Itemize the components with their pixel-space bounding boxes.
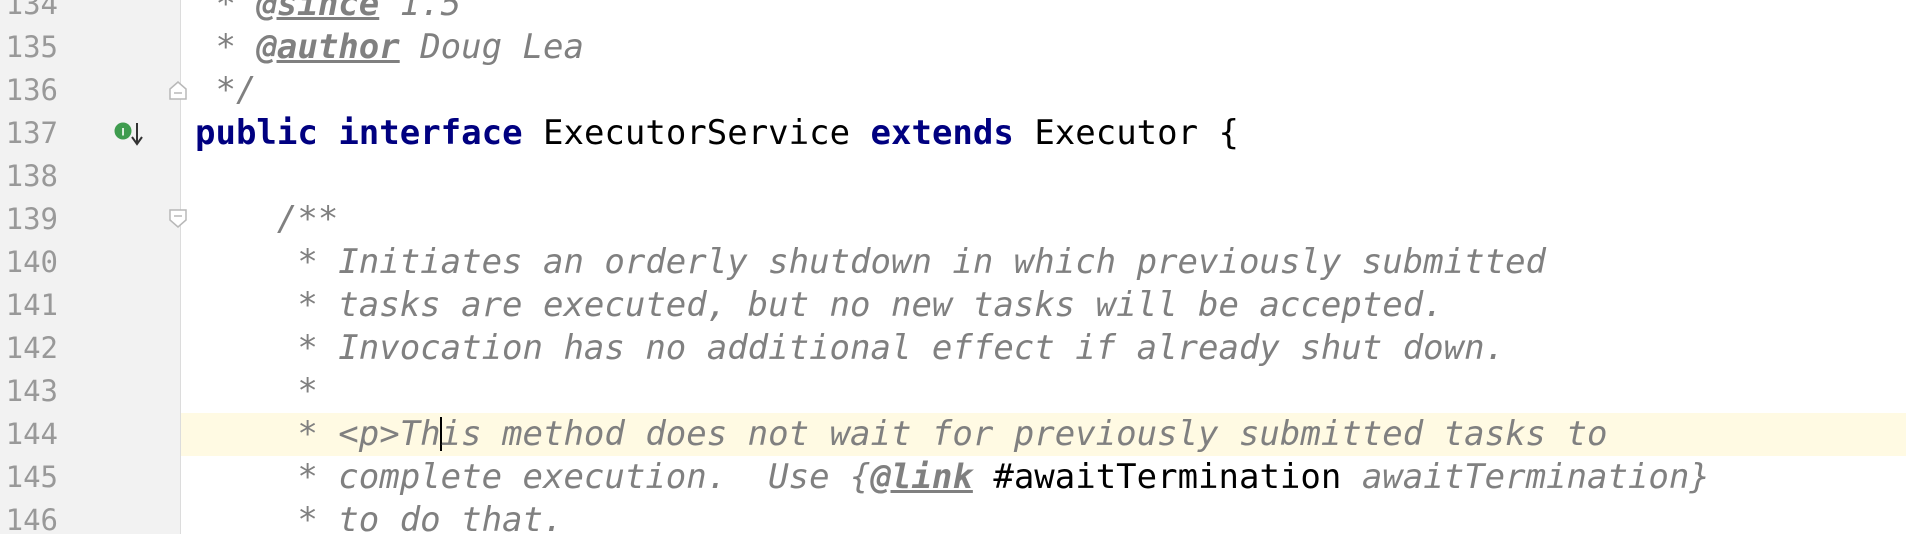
line-number: 146 xyxy=(5,503,58,534)
code-line[interactable]: 145 * complete execution. Use {@link #aw… xyxy=(0,456,1906,499)
code-line[interactable]: 136 */ xyxy=(0,69,1906,112)
current-code-line[interactable]: 144 * <p>This method does not wait for p… xyxy=(0,413,1906,456)
line-number: 136 xyxy=(5,73,58,107)
code-editor[interactable]: 134 * @since 1.5 135 * @author Doug Lea … xyxy=(0,0,1906,534)
code-text[interactable]: */ xyxy=(195,69,256,112)
code-line[interactable]: 140 * Initiates an orderly shutdown in w… xyxy=(0,241,1906,284)
identifier: Executor { xyxy=(1013,113,1240,153)
line-number: 135 xyxy=(5,30,58,64)
keyword: public xyxy=(195,113,318,153)
javadoc-tag: @author xyxy=(256,27,400,67)
code-line[interactable]: 143 * xyxy=(0,370,1906,413)
code-line[interactable]: 141 * tasks are executed, but no new tas… xyxy=(0,284,1906,327)
code-line[interactable]: 134 * @since 1.5 xyxy=(0,0,1906,26)
keyword: interface xyxy=(338,113,523,153)
code-text[interactable]: * complete execution. Use {@link #awaitT… xyxy=(195,456,1709,499)
line-number: 140 xyxy=(5,245,58,279)
implemented-interface-icon[interactable]: I xyxy=(113,121,143,147)
code-text[interactable]: * @author Doug Lea xyxy=(195,26,583,69)
code-text[interactable]: * Invocation has no additional effect if… xyxy=(195,327,1505,370)
svg-text:I: I xyxy=(121,127,124,139)
code-text[interactable]: * Initiates an orderly shutdown in which… xyxy=(195,241,1546,284)
code-text[interactable]: * tasks are executed, but no new tasks w… xyxy=(195,284,1443,327)
javadoc-tag: @since xyxy=(256,0,380,24)
line-number: 144 xyxy=(5,417,58,451)
code-text[interactable]: public interface ExecutorService extends… xyxy=(195,112,1239,155)
fold-start-icon[interactable] xyxy=(167,208,189,230)
javadoc-link-reference[interactable]: #awaitTermination xyxy=(993,457,1341,497)
line-number: 139 xyxy=(5,202,58,236)
code-text[interactable]: * to do that. xyxy=(195,499,563,534)
code-text[interactable]: * xyxy=(195,370,317,413)
code-line[interactable]: 146 * to do that. xyxy=(0,499,1906,534)
code-text[interactable]: * @since 1.5 xyxy=(195,0,461,26)
keyword: extends xyxy=(870,113,1014,153)
line-number: 145 xyxy=(5,460,58,494)
fold-end-icon[interactable] xyxy=(167,79,189,101)
line-number: 143 xyxy=(5,374,58,408)
line-number: 134 xyxy=(5,0,58,21)
code-line[interactable]: 135 * @author Doug Lea xyxy=(0,26,1906,69)
line-number: 142 xyxy=(5,331,58,365)
identifier: ExecutorService xyxy=(522,113,871,153)
line-number: 138 xyxy=(5,159,58,193)
line-number: 141 xyxy=(5,288,58,322)
code-line[interactable]: 142 * Invocation has no additional effec… xyxy=(0,327,1906,370)
code-line[interactable]: 137 I public interface ExecutorService e… xyxy=(0,112,1906,155)
line-number: 137 xyxy=(5,116,58,150)
code-line[interactable]: 139 /** xyxy=(0,198,1906,241)
javadoc-tag: @link xyxy=(870,457,973,497)
code-lines: 134 * @since 1.5 135 * @author Doug Lea … xyxy=(0,0,1906,534)
code-text[interactable]: * <p>This method does not wait for previ… xyxy=(195,413,1607,456)
code-line[interactable]: 138 xyxy=(0,155,1906,198)
code-text[interactable]: /** xyxy=(195,198,338,241)
